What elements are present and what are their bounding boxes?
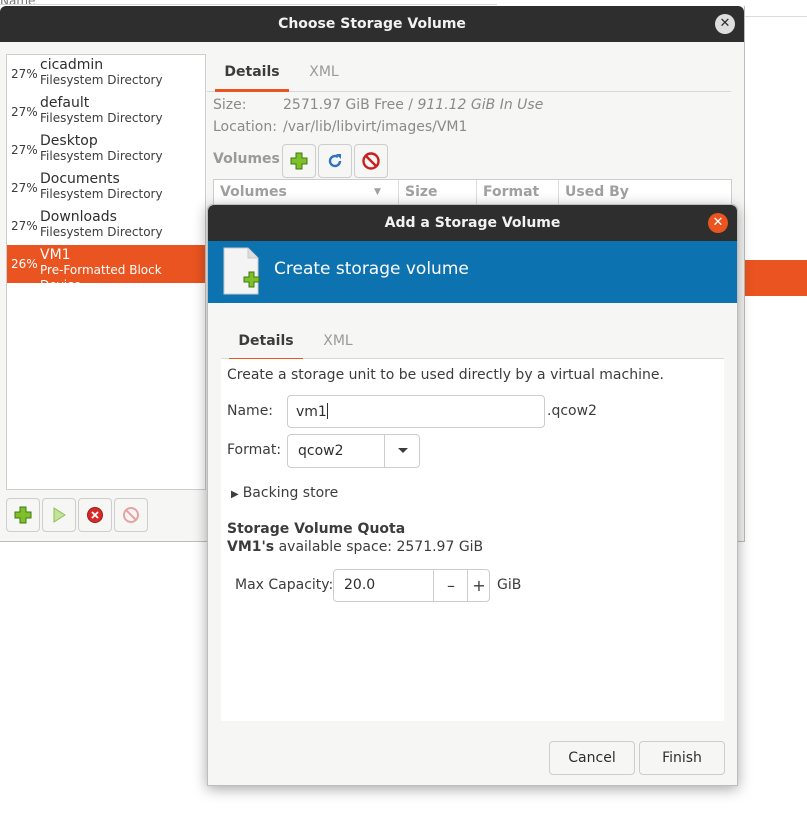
max-capacity-value[interactable]: 20.0 xyxy=(344,577,375,593)
pool-name: Documents xyxy=(40,171,120,187)
format-dropdown[interactable]: qcow2 xyxy=(287,434,420,468)
pool-usage-percent: 27% xyxy=(11,67,38,81)
name-label: Name: xyxy=(227,403,274,419)
pool-usage-percent: 27% xyxy=(11,143,38,157)
pool-usage-percent: 27% xyxy=(11,219,38,233)
backing-store-expander[interactable]: ▶ Backing store xyxy=(231,485,338,501)
play-icon xyxy=(53,507,66,523)
max-capacity-spinner[interactable]: 20.0 – + xyxy=(333,569,490,602)
location-label: Location: xyxy=(213,119,277,135)
stop-pool-button[interactable] xyxy=(78,498,112,532)
size-in-use: 911.12 GiB In Use xyxy=(417,97,544,113)
choose-window-title: Choose Storage Volume xyxy=(278,16,466,32)
pool-name: VM1 xyxy=(40,247,71,263)
pool-usage-percent: 27% xyxy=(11,105,38,119)
add-dialog-close-button[interactable]: ✕ xyxy=(708,213,728,233)
plus-icon xyxy=(14,506,32,524)
cancel-button[interactable]: Cancel xyxy=(549,741,635,775)
background-selected-row xyxy=(745,260,807,296)
pool-item-vm1[interactable]: 26% VM1 Pre-Formatted Block Device xyxy=(7,245,205,292)
column-header-size[interactable]: Size xyxy=(398,180,478,204)
tab-xml[interactable]: XML xyxy=(311,325,365,361)
pool-name: default xyxy=(40,95,90,111)
tab-details[interactable]: Details xyxy=(229,325,303,361)
sort-arrow-icon: ▼ xyxy=(374,187,381,197)
quota-title: Storage Volume Quota xyxy=(227,521,406,537)
pool-usage-percent: 27% xyxy=(11,181,38,195)
pool-usage-percent: 26% xyxy=(11,257,38,271)
combo-separator xyxy=(384,435,385,467)
quota-available-space: VM1's available space: 2571.97 GiB xyxy=(227,539,483,555)
delete-pool-button[interactable] xyxy=(114,498,148,532)
choose-window-close-button[interactable]: ✕ xyxy=(715,14,735,34)
volumes-table-header: Volumes ▼ Size Format Used By xyxy=(213,179,732,205)
add-pool-button[interactable] xyxy=(6,498,40,532)
stop-icon xyxy=(87,507,103,523)
pool-name: Downloads xyxy=(40,209,117,225)
pool-name: cicadmin xyxy=(40,57,104,73)
location-value: /var/lib/libvirt/images/VM1 xyxy=(283,119,468,135)
volume-name-value: vm1 xyxy=(296,404,327,420)
increment-button[interactable]: + xyxy=(468,570,490,601)
dialog-banner: Create storage volume xyxy=(208,241,737,303)
pool-type: Filesystem Directory xyxy=(40,149,163,163)
background-divider xyxy=(0,4,497,5)
pool-item-cicadmin[interactable]: 27% cicadmin Filesystem Directory xyxy=(7,55,205,93)
storage-pool-list: 27% cicadmin Filesystem Directory 27% de… xyxy=(6,54,206,490)
add-storage-volume-dialog: Add a Storage Volume ✕ Create storage vo… xyxy=(207,204,738,786)
expander-arrow-icon: ▶ xyxy=(231,489,239,500)
pool-type: Pre-Formatted Block Device xyxy=(40,263,162,292)
max-capacity-label: Max Capacity: xyxy=(235,577,334,593)
pool-item-downloads[interactable]: 27% Downloads Filesystem Directory xyxy=(7,207,205,245)
volume-name-input[interactable]: vm1 xyxy=(287,395,545,428)
pool-type: Filesystem Directory xyxy=(40,187,163,201)
text-cursor xyxy=(326,403,328,419)
column-header-volumes[interactable]: Volumes ▼ xyxy=(214,180,394,204)
name-suffix: .qcow2 xyxy=(547,403,597,419)
pool-type: Filesystem Directory xyxy=(40,111,163,125)
volumes-label: Volumes xyxy=(213,151,280,167)
format-label: Format: xyxy=(227,442,282,458)
tab-xml[interactable]: XML xyxy=(297,56,351,92)
format-selected-value: qcow2 xyxy=(298,443,344,459)
finish-button[interactable]: Finish xyxy=(639,741,725,775)
capacity-unit: GiB xyxy=(497,577,522,593)
new-document-icon xyxy=(223,247,260,295)
dialog-description: Create a storage unit to be used directl… xyxy=(227,367,664,383)
pool-item-desktop[interactable]: 27% Desktop Filesystem Directory xyxy=(7,131,205,169)
pool-type: Filesystem Directory xyxy=(40,73,163,87)
add-dialog-titlebar[interactable]: Add a Storage Volume ✕ xyxy=(208,205,737,241)
chevron-down-icon[interactable] xyxy=(386,435,420,467)
pool-item-default[interactable]: 27% default Filesystem Directory xyxy=(7,93,205,131)
column-header-used-by[interactable]: Used By xyxy=(558,180,678,204)
add-dialog-tabs: Details XML xyxy=(221,325,724,361)
pool-item-documents[interactable]: 27% Documents Filesystem Directory xyxy=(7,169,205,207)
start-pool-button[interactable] xyxy=(42,498,76,532)
size-free: 2571.97 GiB Free / xyxy=(283,97,414,113)
quota-pool-name: VM1's xyxy=(227,539,275,555)
delete-icon xyxy=(123,507,139,523)
tab-details[interactable]: Details xyxy=(215,56,289,92)
decrement-button[interactable]: – xyxy=(434,570,468,601)
pool-name: Desktop xyxy=(40,133,98,149)
plus-icon xyxy=(290,152,308,170)
backing-store-label: Backing store xyxy=(242,485,339,501)
delete-icon xyxy=(362,152,380,170)
pool-type: Filesystem Directory xyxy=(40,225,163,239)
refresh-volumes-button[interactable] xyxy=(318,144,352,178)
size-label: Size: xyxy=(213,97,247,113)
size-value: 2571.97 GiB Free / 911.12 GiB In Use xyxy=(283,97,543,113)
column-header-format[interactable]: Format xyxy=(476,180,558,204)
dialog-banner-title: Create storage volume xyxy=(274,259,469,279)
refresh-icon xyxy=(328,154,342,168)
quota-available-text: available space: 2571.97 GiB xyxy=(278,539,484,555)
choose-window-titlebar[interactable]: Choose Storage Volume ✕ xyxy=(0,6,744,42)
background-divider-right xyxy=(745,16,807,17)
details-panel: Create a storage unit to be used directl… xyxy=(221,359,724,721)
delete-volume-button[interactable] xyxy=(354,144,388,178)
add-dialog-title: Add a Storage Volume xyxy=(384,215,561,231)
add-volume-button[interactable] xyxy=(282,144,316,178)
choose-window-tabs: Details XML xyxy=(207,56,731,92)
